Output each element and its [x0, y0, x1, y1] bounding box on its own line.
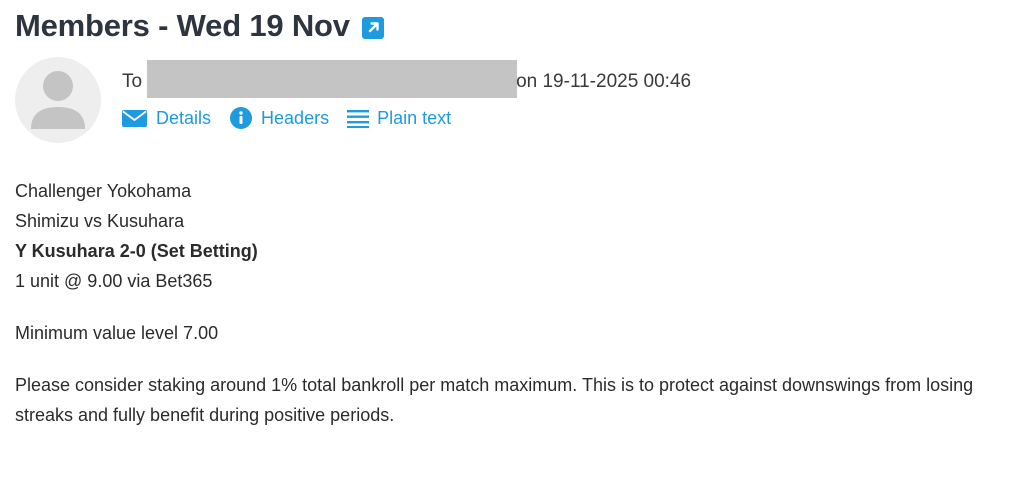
- details-label: Details: [156, 107, 212, 128]
- envelope-icon: [122, 110, 147, 127]
- details-button[interactable]: Details: [122, 108, 211, 129]
- plain-text-button[interactable]: Plain text: [347, 108, 451, 129]
- page-title-text: Members - Wed 19 Nov: [15, 8, 350, 43]
- min-value-line: Minimum value level 7.00: [15, 323, 219, 343]
- avatar: [15, 57, 101, 143]
- recipient-line: To on 19-11-2025 00:46: [122, 60, 692, 98]
- user-silhouette-icon: [31, 71, 85, 129]
- to-label: To: [122, 71, 143, 92]
- headers-button[interactable]: Headers: [229, 106, 329, 130]
- headers-label: Headers: [261, 107, 330, 128]
- info-icon: [230, 107, 253, 129]
- selection: Y Kusuhara 2-0 (Set Betting): [15, 241, 258, 261]
- match-name: Shimizu vs Kusuhara: [15, 211, 185, 231]
- min-value-block: Minimum value level 7.00: [15, 318, 218, 348]
- stake-line: 1 unit @ 9.00 via Bet365: [15, 271, 213, 291]
- lines-icon: [347, 110, 370, 128]
- staking-note-block: Please consider staking around 1% total …: [15, 370, 1015, 430]
- message-actions: Details Headers Plain text: [122, 106, 469, 130]
- sent-date: on 19-11-2025 00:46: [516, 71, 692, 92]
- external-link-icon[interactable]: [361, 17, 384, 39]
- page-title: Members - Wed 19 Nov: [15, 8, 384, 44]
- redacted-recipient: [147, 60, 518, 98]
- staking-note: Please consider staking around 1% total …: [15, 375, 974, 425]
- event-name: Challenger Yokohama: [15, 181, 192, 201]
- plain-text-label: Plain text: [377, 107, 452, 128]
- message-tip: Challenger Yokohama Shimizu vs Kusuhara …: [15, 176, 258, 296]
